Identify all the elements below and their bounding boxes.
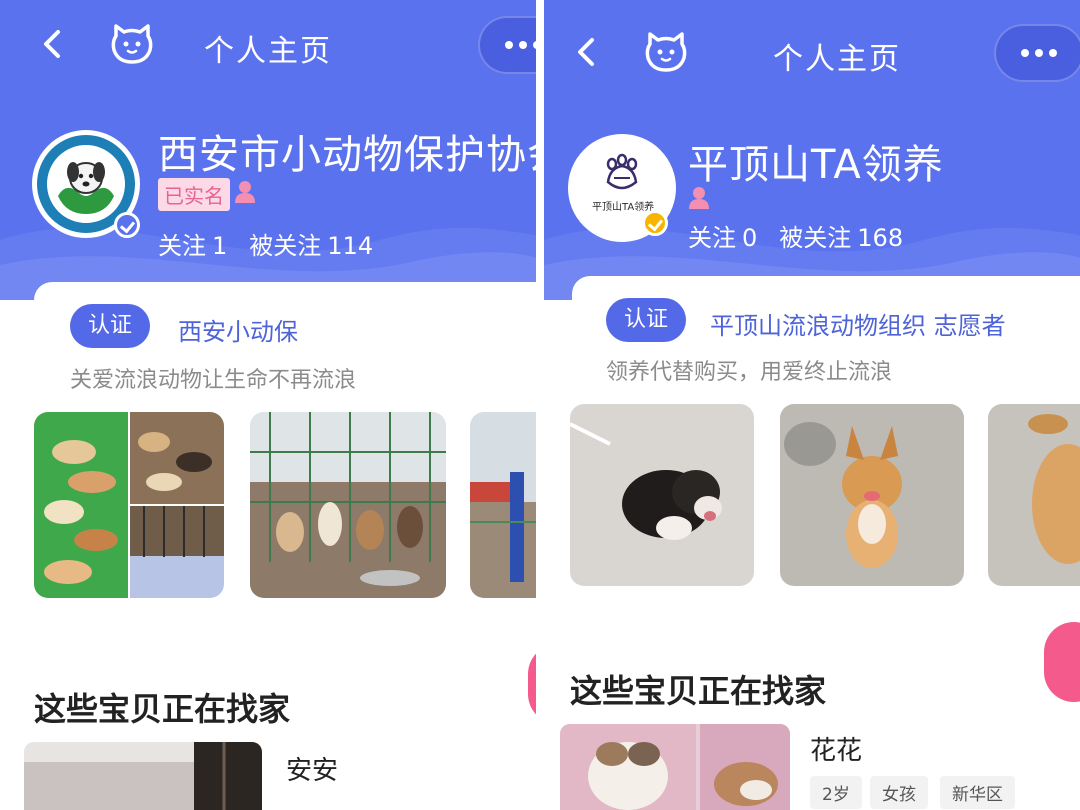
profile-name: 西安市小动物保护协会 [158,132,536,178]
more-dots-icon [505,41,513,49]
gallery-photo[interactable] [34,412,224,598]
pet-photo[interactable] [560,724,790,810]
section-title: 这些宝贝正在找家 [34,690,291,728]
gallery-photo[interactable] [780,404,964,586]
pet-tag-gender: 女孩 [870,776,928,809]
profile-motto: 关爱流浪动物让生命不再流浪 [70,368,357,393]
verified-badge-icon [642,210,668,236]
gallery-photo[interactable] [250,412,446,598]
pet-tag-district: 新华区 [940,776,1015,809]
follow-stats: 关注 0 被关注 168 [688,218,909,253]
more-dots-icon [1021,49,1029,57]
follow-count[interactable]: 1 [212,232,227,260]
gender-female-icon [235,181,255,203]
cert-name[interactable]: 西安小动保 [178,312,298,347]
follow-count[interactable]: 0 [742,224,757,252]
follow-stats: 关注 1 被关注 114 [158,226,379,261]
followers-count[interactable]: 168 [857,224,903,252]
realname-badge: 已实名 [158,178,230,211]
pet-name[interactable]: 安安 [286,750,338,787]
pet-name[interactable]: 花花 [810,730,862,767]
nav-bar: 个人主页 [544,16,1080,86]
page-title: 个人主页 [204,34,332,69]
gender-female-icon [689,187,709,209]
cert-tag: 认证 [70,304,151,348]
profile-card: 认证 西安小动保 关爱流浪动物让生命不再流浪 [34,282,536,810]
pet-tag-age: 2岁 [810,776,862,809]
right-profile-screen: 个人主页 平顶山TA领养 平顶山TA领养 关注 0 被关注 168 认证 平顶山流浪 [544,0,1080,810]
pet-photo[interactable] [24,742,262,810]
more-options-button[interactable] [478,16,536,74]
nav-bar: 个人主页 [0,8,536,78]
profile-motto: 领养代替购买，用爱终止流浪 [606,360,893,385]
left-profile-screen: 个人主页 西安市小动物保护协会 已实名 关注 1 被关注 114 认证 西安小动… [0,0,536,810]
section-title: 这些宝贝正在找家 [570,672,827,710]
gallery-photo[interactable] [470,412,536,598]
more-options-button[interactable] [994,24,1080,82]
verified-badge-icon [114,212,140,238]
floating-action-button[interactable] [1044,622,1080,702]
follow-label[interactable]: 关注 [158,232,206,260]
gallery-photo[interactable] [570,404,754,586]
cert-name[interactable]: 平顶山流浪动物组织 志愿者 [710,306,1006,341]
follow-label[interactable]: 关注 [688,224,736,252]
profile-name: 平顶山TA领养 [688,142,944,188]
followers-count[interactable]: 114 [327,232,373,260]
cert-tag: 认证 [606,298,687,342]
panel-divider [536,0,544,810]
followers-label[interactable]: 被关注 [249,232,321,260]
avatar-label: 平顶山TA领养 [592,202,655,213]
gallery-photo[interactable] [988,404,1080,586]
followers-label[interactable]: 被关注 [779,224,851,252]
